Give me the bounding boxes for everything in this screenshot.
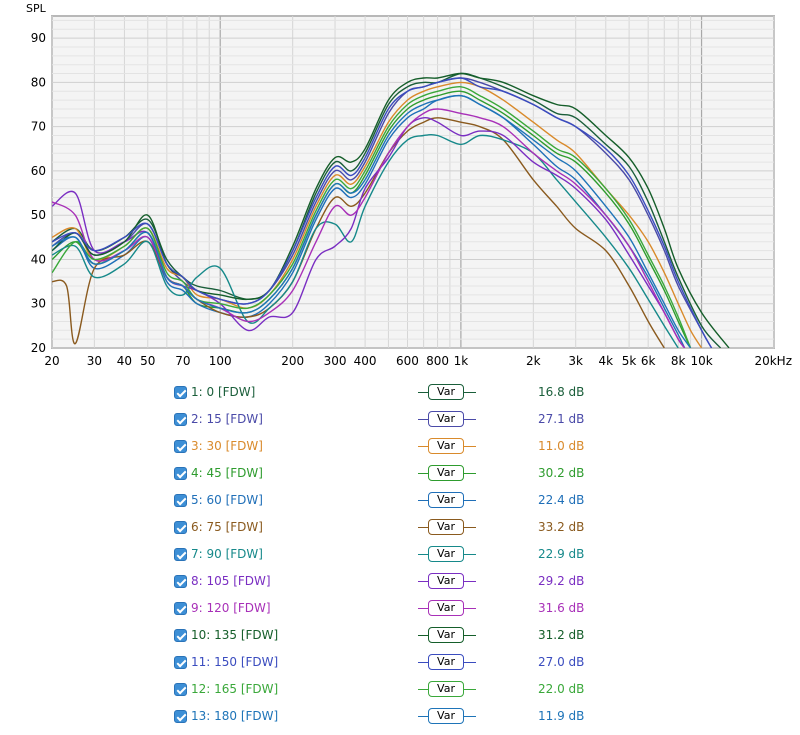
visibility-checkbox[interactable] [174,602,187,615]
x-tick-label: 8k [671,354,686,368]
var-button[interactable]: Var [428,411,464,427]
legend-value: 31.2 dB [538,628,585,642]
legend-label: 8: 105 [FDW] [191,574,271,588]
legend-label: 4: 45 [FDW] [191,466,263,480]
x-tick-label: 3k [568,354,583,368]
legend-value: 22.9 dB [538,547,585,561]
visibility-checkbox[interactable] [174,683,187,696]
var-button[interactable]: Var [428,519,464,535]
y-tick-label: 30 [31,297,46,311]
legend-value: 16.8 dB [538,385,585,399]
x-tick-label: 20 [44,354,59,368]
legend-row: 1: 0 [FDW] Var 16.8 dB [0,384,800,411]
x-tick-label: 20kHz [754,354,792,368]
legend-label: 2: 15 [FDW] [191,412,263,426]
x-tick-label: 6k [641,354,656,368]
legend-row: 13: 180 [FDW] Var 11.9 dB [0,708,800,735]
visibility-checkbox[interactable] [174,575,187,588]
legend-value: 22.4 dB [538,493,585,507]
var-button[interactable]: Var [428,384,464,400]
legend-value: 27.0 dB [538,655,585,669]
x-tick-label: 800 [426,354,449,368]
visibility-checkbox[interactable] [174,629,187,642]
legend-row: 7: 90 [FDW] Var 22.9 dB [0,546,800,573]
y-tick-label: 90 [31,31,46,45]
y-tick-label: 50 [31,208,46,222]
var-button[interactable]: Var [428,465,464,481]
x-ticks: 20 30 40 50 70 100 200 300 400 600 800 1k 2k 3k 4k 5k 6k… [44,354,792,368]
legend-row: 3: 30 [FDW] Var 11.0 dB [0,438,800,465]
legend-value: 30.2 dB [538,466,585,480]
visibility-checkbox[interactable] [174,521,187,534]
visibility-checkbox[interactable] [174,548,187,561]
x-tick-label: 1k [454,354,469,368]
var-button[interactable]: Var [428,654,464,670]
legend-row: 11: 150 [FDW] Var 27.0 dB [0,654,800,681]
y-axis-label: SPL [26,2,47,15]
legend-row: 5: 60 [FDW] Var 22.4 dB [0,492,800,519]
var-button[interactable]: Var [428,492,464,508]
x-tick-label: 400 [354,354,377,368]
legend-row: 4: 45 [FDW] Var 30.2 dB [0,465,800,492]
y-ticks: 20 30 40 50 60 70 80 90 [31,31,46,355]
x-tick-label: 2k [526,354,541,368]
legend-label: 6: 75 [FDW] [191,520,263,534]
visibility-checkbox[interactable] [174,494,187,507]
legend-label: 7: 90 [FDW] [191,547,263,561]
legend-label: 12: 165 [FDW] [191,682,279,696]
legend-label: 9: 120 [FDW] [191,601,271,615]
legend-label: 1: 0 [FDW] [191,385,256,399]
visibility-checkbox[interactable] [174,467,187,480]
visibility-checkbox[interactable] [174,386,187,399]
legend-row: 10: 135 [FDW] Var 31.2 dB [0,627,800,654]
visibility-checkbox[interactable] [174,656,187,669]
legend-row: 2: 15 [FDW] Var 27.1 dB [0,411,800,438]
x-tick-label: 70 [175,354,190,368]
x-tick-label: 300 [324,354,347,368]
legend-value: 31.6 dB [538,601,585,615]
legend-value: 33.2 dB [538,520,585,534]
var-button[interactable]: Var [428,546,464,562]
legend-label: 10: 135 [FDW] [191,628,279,642]
x-tick-label: 50 [140,354,155,368]
legend-label: 5: 60 [FDW] [191,493,263,507]
legend-row: 9: 120 [FDW] Var 31.6 dB [0,600,800,627]
var-button[interactable]: Var [428,438,464,454]
y-tick-label: 20 [31,341,46,355]
var-button[interactable]: Var [428,573,464,589]
legend-row: 12: 165 [FDW] Var 22.0 dB [0,681,800,708]
y-tick-label: 60 [31,164,46,178]
x-tick-label: 100 [209,354,232,368]
legend-row: 8: 105 [FDW] Var 29.2 dB [0,573,800,600]
y-tick-label: 80 [31,75,46,89]
x-tick-label: 10k [690,354,712,368]
legend-value: 11.0 dB [538,439,585,453]
x-tick-label: 30 [87,354,102,368]
legend-label: 3: 30 [FDW] [191,439,263,453]
y-tick-label: 70 [31,120,46,134]
var-button[interactable]: Var [428,627,464,643]
legend-label: 13: 180 [FDW] [191,709,279,723]
legend-value: 22.0 dB [538,682,585,696]
legend-value: 29.2 dB [538,574,585,588]
visibility-checkbox[interactable] [174,440,187,453]
legend-label: 11: 150 [FDW] [191,655,279,669]
visibility-checkbox[interactable] [174,710,187,723]
legend-value: 11.9 dB [538,709,585,723]
visibility-checkbox[interactable] [174,413,187,426]
x-tick-label: 40 [117,354,132,368]
var-button[interactable]: Var [428,708,464,724]
legend-row: 6: 75 [FDW] Var 33.2 dB [0,519,800,546]
spl-chart: SPL 20 30 40 50 60 70 80 90 20 30 40 50 70 100 200 300… [26,2,792,368]
plot-area [51,15,775,349]
x-tick-label: 600 [396,354,419,368]
legend-value: 27.1 dB [538,412,585,426]
x-tick-label: 5k [622,354,637,368]
y-tick-label: 40 [31,252,46,266]
x-tick-label: 4k [598,354,613,368]
var-button[interactable]: Var [428,600,464,616]
x-tick-label: 200 [281,354,304,368]
var-button[interactable]: Var [428,681,464,697]
